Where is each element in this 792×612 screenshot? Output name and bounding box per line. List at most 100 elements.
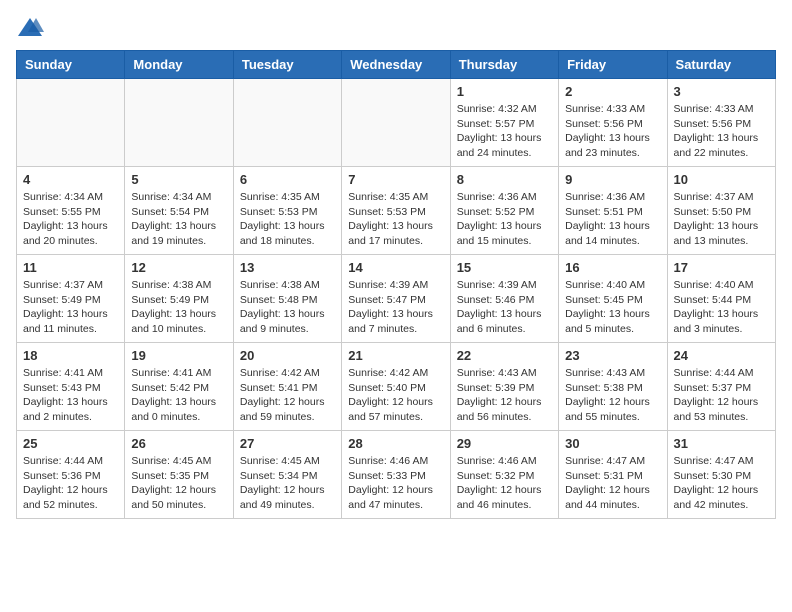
day-number: 3 (674, 84, 769, 99)
day-info: Sunrise: 4:37 AM Sunset: 5:49 PM Dayligh… (23, 278, 118, 337)
day-info: Sunrise: 4:39 AM Sunset: 5:47 PM Dayligh… (348, 278, 443, 337)
calendar-day-cell: 5Sunrise: 4:34 AM Sunset: 5:54 PM Daylig… (125, 167, 233, 255)
calendar-day-cell: 23 Sunrise: 4:43 AM Sunset: 5:38 PM Dayli… (559, 343, 667, 431)
day-number: 29 (457, 436, 552, 451)
day-info: Sunrise: 4:46 AM Sunset: 5:32 PM Dayligh… (457, 454, 552, 513)
calendar-day-cell (125, 79, 233, 167)
day-info: Sunrise: 4:47 AM Sunset: 5:31 PM Dayligh… (565, 454, 660, 513)
calendar: SundayMondayTuesdayWednesdayThursdayFrid… (16, 50, 776, 519)
day-header: Tuesday (233, 51, 341, 79)
day-number: 2 (565, 84, 660, 99)
day-number: 30 (565, 436, 660, 451)
day-number: 17 (674, 260, 769, 275)
calendar-day-cell: 3 Sunrise: 4:33 AM Sunset: 5:56 PM Daylig… (667, 79, 775, 167)
day-info: Sunrise: 4:41 AM Sunset: 5:42 PM Dayligh… (131, 366, 226, 425)
calendar-day-cell: 11 Sunrise: 4:37 AM Sunset: 5:49 PM Dayli… (17, 255, 125, 343)
calendar-day-cell (233, 79, 341, 167)
day-number: 23 (565, 348, 660, 363)
day-number: 27 (240, 436, 335, 451)
day-number: 19 (131, 348, 226, 363)
day-info: Sunrise: 4:36 AM Sunset: 5:52 PM Dayligh… (457, 190, 552, 249)
logo-icon (16, 16, 44, 40)
calendar-day-cell: 27 Sunrise: 4:45 AM Sunset: 5:34 PM Dayli… (233, 431, 341, 519)
day-info: Sunrise: 4:45 AM Sunset: 5:34 PM Dayligh… (240, 454, 335, 513)
calendar-day-cell: 13 Sunrise: 4:38 AM Sunset: 5:48 PM Dayli… (233, 255, 341, 343)
day-number: 7 (348, 172, 443, 187)
day-info: Sunrise: 4:44 AM Sunset: 5:36 PM Dayligh… (23, 454, 118, 513)
day-info: Sunrise: 4:35 AM Sunset: 5:53 PM Dayligh… (240, 190, 335, 249)
calendar-day-cell (17, 79, 125, 167)
day-info: Sunrise: 4:38 AM Sunset: 5:49 PM Dayligh… (131, 278, 226, 337)
day-number: 13 (240, 260, 335, 275)
calendar-day-cell: 29 Sunrise: 4:46 AM Sunset: 5:32 PM Dayli… (450, 431, 558, 519)
day-header: Saturday (667, 51, 775, 79)
calendar-week-row: 18Sunrise: 4:41 AM Sunset: 5:43 PM Dayli… (17, 343, 776, 431)
calendar-week-row: 25 Sunrise: 4:44 AM Sunset: 5:36 PM Dayli… (17, 431, 776, 519)
day-info: Sunrise: 4:45 AM Sunset: 5:35 PM Dayligh… (131, 454, 226, 513)
calendar-week-row: 1Sunrise: 4:32 AM Sunset: 5:57 PM Daylig… (17, 79, 776, 167)
day-info: Sunrise: 4:42 AM Sunset: 5:41 PM Dayligh… (240, 366, 335, 425)
header (16, 16, 776, 40)
day-header: Wednesday (342, 51, 450, 79)
day-number: 28 (348, 436, 443, 451)
day-number: 4 (23, 172, 118, 187)
day-number: 11 (23, 260, 118, 275)
calendar-day-cell: 18Sunrise: 4:41 AM Sunset: 5:43 PM Dayli… (17, 343, 125, 431)
calendar-day-cell: 8Sunrise: 4:36 AM Sunset: 5:52 PM Daylig… (450, 167, 558, 255)
day-number: 31 (674, 436, 769, 451)
day-info: Sunrise: 4:40 AM Sunset: 5:45 PM Dayligh… (565, 278, 660, 337)
calendar-day-cell: 1Sunrise: 4:32 AM Sunset: 5:57 PM Daylig… (450, 79, 558, 167)
day-info: Sunrise: 4:44 AM Sunset: 5:37 PM Dayligh… (674, 366, 769, 425)
day-info: Sunrise: 4:46 AM Sunset: 5:33 PM Dayligh… (348, 454, 443, 513)
day-header: Monday (125, 51, 233, 79)
day-info: Sunrise: 4:47 AM Sunset: 5:30 PM Dayligh… (674, 454, 769, 513)
day-info: Sunrise: 4:37 AM Sunset: 5:50 PM Dayligh… (674, 190, 769, 249)
day-number: 16 (565, 260, 660, 275)
calendar-header-row: SundayMondayTuesdayWednesdayThursdayFrid… (17, 51, 776, 79)
calendar-day-cell: 2 Sunrise: 4:33 AM Sunset: 5:56 PM Daylig… (559, 79, 667, 167)
day-number: 15 (457, 260, 552, 275)
calendar-week-row: 4 Sunrise: 4:34 AM Sunset: 5:55 PM Daylig… (17, 167, 776, 255)
day-number: 20 (240, 348, 335, 363)
day-info: Sunrise: 4:42 AM Sunset: 5:40 PM Dayligh… (348, 366, 443, 425)
day-number: 9 (565, 172, 660, 187)
calendar-day-cell: 10Sunrise: 4:37 AM Sunset: 5:50 PM Dayli… (667, 167, 775, 255)
day-number: 21 (348, 348, 443, 363)
calendar-day-cell: 21 Sunrise: 4:42 AM Sunset: 5:40 PM Dayli… (342, 343, 450, 431)
calendar-day-cell: 17 Sunrise: 4:40 AM Sunset: 5:44 PM Dayli… (667, 255, 775, 343)
day-number: 14 (348, 260, 443, 275)
day-info: Sunrise: 4:43 AM Sunset: 5:39 PM Dayligh… (457, 366, 552, 425)
calendar-day-cell: 9Sunrise: 4:36 AM Sunset: 5:51 PM Daylig… (559, 167, 667, 255)
day-header: Friday (559, 51, 667, 79)
day-info: Sunrise: 4:34 AM Sunset: 5:54 PM Dayligh… (131, 190, 226, 249)
calendar-day-cell: 7 Sunrise: 4:35 AM Sunset: 5:53 PM Daylig… (342, 167, 450, 255)
day-number: 22 (457, 348, 552, 363)
day-header: Sunday (17, 51, 125, 79)
day-number: 24 (674, 348, 769, 363)
day-info: Sunrise: 4:32 AM Sunset: 5:57 PM Dayligh… (457, 102, 552, 161)
calendar-day-cell: 16 Sunrise: 4:40 AM Sunset: 5:45 PM Dayli… (559, 255, 667, 343)
calendar-day-cell (342, 79, 450, 167)
calendar-day-cell: 28 Sunrise: 4:46 AM Sunset: 5:33 PM Dayli… (342, 431, 450, 519)
day-info: Sunrise: 4:43 AM Sunset: 5:38 PM Dayligh… (565, 366, 660, 425)
calendar-day-cell: 24 Sunrise: 4:44 AM Sunset: 5:37 PM Dayli… (667, 343, 775, 431)
day-header: Thursday (450, 51, 558, 79)
day-number: 25 (23, 436, 118, 451)
day-number: 6 (240, 172, 335, 187)
day-info: Sunrise: 4:40 AM Sunset: 5:44 PM Dayligh… (674, 278, 769, 337)
day-info: Sunrise: 4:33 AM Sunset: 5:56 PM Dayligh… (565, 102, 660, 161)
calendar-day-cell: 12 Sunrise: 4:38 AM Sunset: 5:49 PM Dayli… (125, 255, 233, 343)
day-info: Sunrise: 4:35 AM Sunset: 5:53 PM Dayligh… (348, 190, 443, 249)
calendar-day-cell: 4 Sunrise: 4:34 AM Sunset: 5:55 PM Daylig… (17, 167, 125, 255)
calendar-day-cell: 26 Sunrise: 4:45 AM Sunset: 5:35 PM Dayli… (125, 431, 233, 519)
calendar-day-cell: 22 Sunrise: 4:43 AM Sunset: 5:39 PM Dayli… (450, 343, 558, 431)
day-info: Sunrise: 4:34 AM Sunset: 5:55 PM Dayligh… (23, 190, 118, 249)
calendar-week-row: 11 Sunrise: 4:37 AM Sunset: 5:49 PM Dayli… (17, 255, 776, 343)
day-info: Sunrise: 4:33 AM Sunset: 5:56 PM Dayligh… (674, 102, 769, 161)
calendar-day-cell: 19 Sunrise: 4:41 AM Sunset: 5:42 PM Dayli… (125, 343, 233, 431)
day-number: 26 (131, 436, 226, 451)
day-number: 12 (131, 260, 226, 275)
day-number: 18 (23, 348, 118, 363)
calendar-day-cell: 6 Sunrise: 4:35 AM Sunset: 5:53 PM Daylig… (233, 167, 341, 255)
day-info: Sunrise: 4:38 AM Sunset: 5:48 PM Dayligh… (240, 278, 335, 337)
